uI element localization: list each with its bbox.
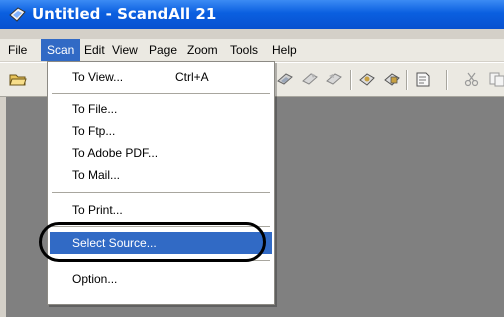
scan-menu-dropdown: To View... Ctrl+A To File... To Ftp... T… — [47, 61, 275, 305]
scan-icon[interactable] — [276, 71, 294, 87]
menu-item-label: To Print... — [72, 203, 123, 217]
menu-item-to-view[interactable]: To View... Ctrl+A — [50, 66, 272, 88]
toolbar-separator — [350, 70, 351, 90]
menu-item-to-file[interactable]: To File... — [50, 98, 272, 120]
menu-item-label: To Adobe PDF... — [72, 146, 159, 160]
menu-zoom[interactable]: Zoom — [181, 39, 224, 61]
callout-highlight-ring — [39, 222, 266, 262]
menu-scan[interactable]: Scan — [41, 39, 81, 61]
menu-item-label: To File... — [72, 102, 118, 116]
menu-help[interactable]: Help — [266, 39, 303, 61]
toolbar-separator — [446, 70, 447, 90]
menu-item-to-print[interactable]: To Print... — [50, 199, 272, 221]
menu-bar: File Scan Edit View Page Zoom Tools Help — [0, 39, 504, 61]
scan-prev-icon[interactable] — [325, 71, 343, 87]
menu-file[interactable]: File — [2, 39, 33, 61]
menu-item-label: To Ftp... — [72, 124, 116, 138]
workspace-border — [0, 97, 6, 317]
menu-item-to-adobe-pdf[interactable]: To Adobe PDF... — [50, 142, 272, 164]
menu-page[interactable]: Page — [143, 39, 183, 61]
scan-next-icon[interactable] — [301, 71, 319, 87]
title-bar[interactable]: Untitled - ScandAll 21 — [0, 0, 504, 29]
menu-item-label: Option... — [72, 272, 118, 286]
toolbar-separator — [406, 70, 407, 90]
menu-item-to-ftp[interactable]: To Ftp... — [50, 120, 272, 142]
app-icon — [9, 7, 26, 22]
menu-view[interactable]: View — [106, 39, 144, 61]
menu-separator — [52, 93, 270, 94]
copy-icon[interactable] — [488, 71, 504, 87]
menu-tools[interactable]: Tools — [224, 39, 264, 61]
window-title: Untitled - ScandAll 21 — [32, 5, 217, 23]
menu-separator — [52, 192, 270, 193]
source-icon[interactable] — [358, 71, 376, 87]
menu-item-option[interactable]: Option... — [50, 268, 272, 290]
cut-icon[interactable] — [463, 71, 481, 87]
settings-icon[interactable] — [383, 71, 401, 87]
menu-item-shortcut: Ctrl+A — [175, 70, 209, 84]
menu-item-label: To Mail... — [72, 168, 121, 182]
open-folder-icon[interactable] — [9, 71, 27, 87]
scandall-window: Untitled - ScandAll 21 File Scan Edit Vi… — [0, 0, 504, 317]
menu-item-to-mail[interactable]: To Mail... — [50, 164, 272, 186]
menu-item-label: To View... — [72, 70, 124, 84]
document-icon[interactable] — [414, 71, 432, 87]
